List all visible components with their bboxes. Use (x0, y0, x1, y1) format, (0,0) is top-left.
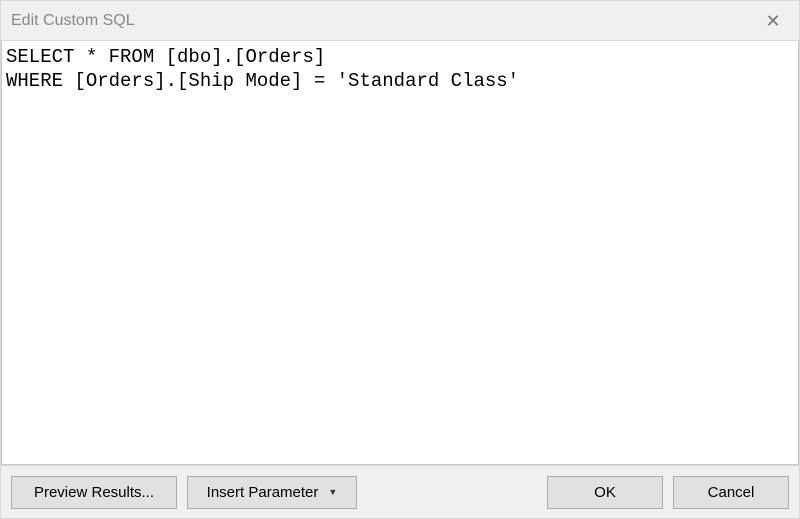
cancel-label: Cancel (708, 484, 755, 501)
ok-label: OK (594, 484, 616, 501)
preview-results-label: Preview Results... (34, 484, 154, 501)
chevron-down-icon: ▼ (328, 487, 337, 497)
sql-input[interactable] (2, 41, 798, 464)
preview-results-button[interactable]: Preview Results... (11, 476, 177, 509)
insert-parameter-label: Insert Parameter (207, 484, 319, 501)
close-icon[interactable]: ✕ (761, 9, 785, 33)
insert-parameter-button[interactable]: Insert Parameter ▼ (187, 476, 357, 509)
button-bar: Preview Results... Insert Parameter ▼ OK… (1, 465, 799, 518)
cancel-button[interactable]: Cancel (673, 476, 789, 509)
dialog-title: Edit Custom SQL (11, 12, 135, 30)
title-bar: Edit Custom SQL ✕ (1, 1, 799, 41)
edit-custom-sql-dialog: Edit Custom SQL ✕ Preview Results... Ins… (0, 0, 800, 519)
ok-button[interactable]: OK (547, 476, 663, 509)
sql-editor-area (1, 41, 799, 465)
